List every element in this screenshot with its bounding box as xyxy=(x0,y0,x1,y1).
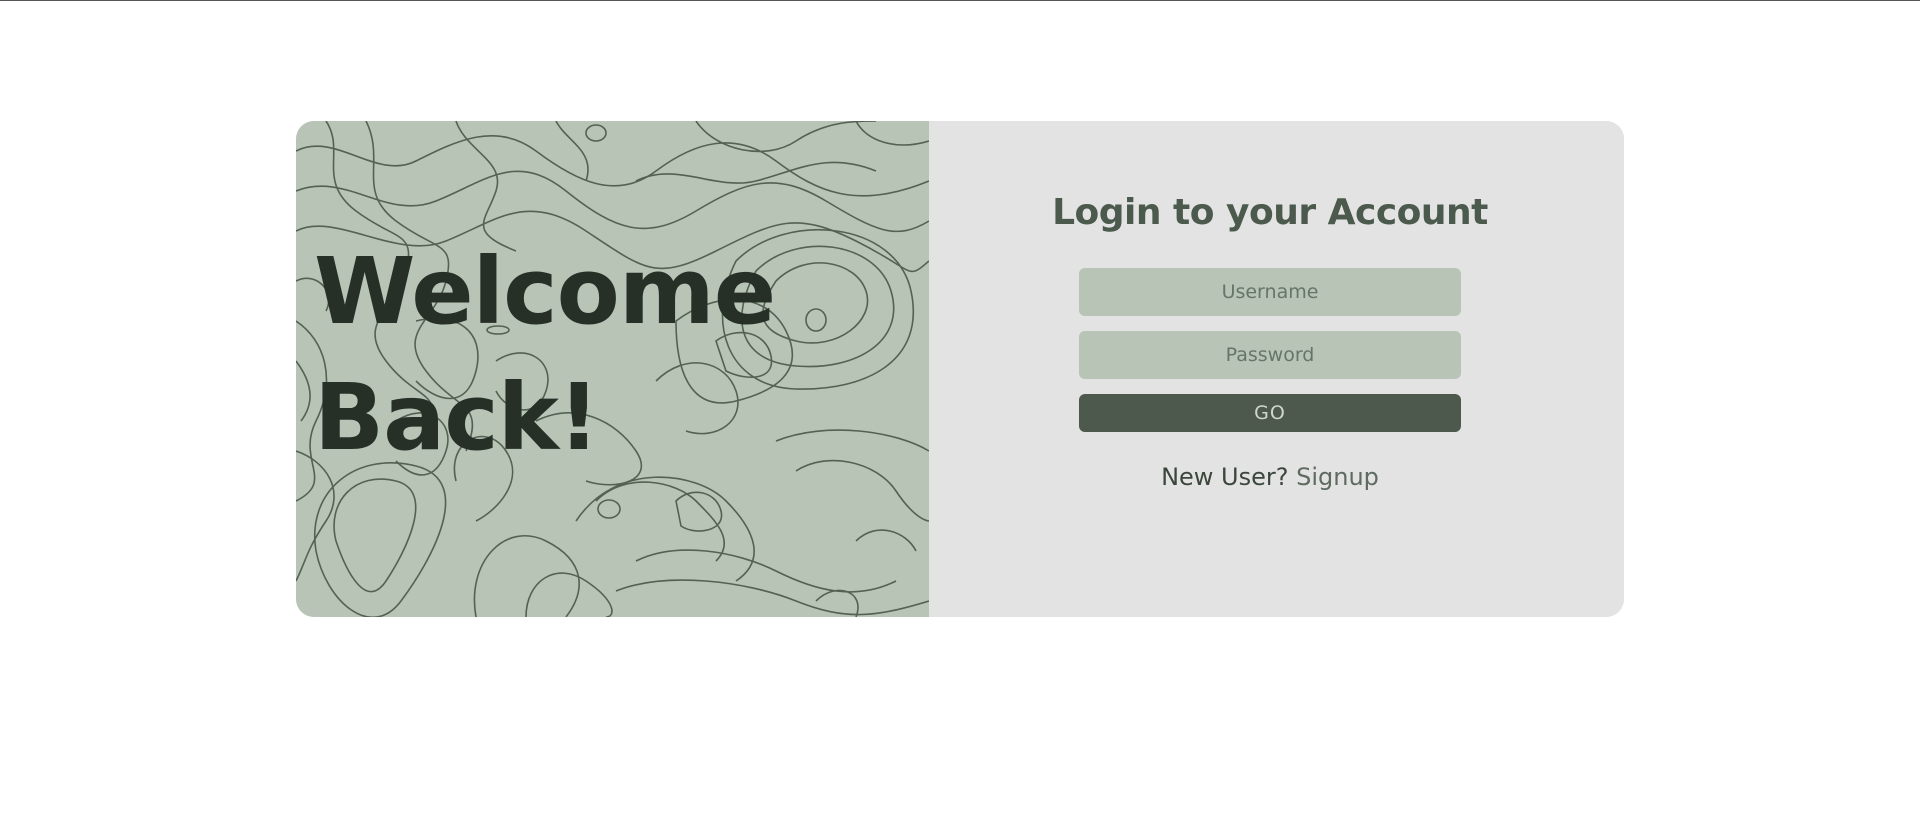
welcome-line-2: Back! xyxy=(314,364,600,471)
go-button[interactable]: GO xyxy=(1079,394,1461,432)
top-border xyxy=(0,0,1920,1)
username-input[interactable] xyxy=(1079,268,1461,316)
signup-prompt: New User? Signup xyxy=(1161,463,1379,491)
welcome-heading: Welcome Back! xyxy=(314,229,776,481)
login-form: Login to your Account GO New User? Signu… xyxy=(1052,187,1488,491)
signup-link[interactable]: Signup xyxy=(1296,463,1379,491)
login-panel: Login to your Account GO New User? Signu… xyxy=(929,121,1624,617)
login-card: Welcome Back! Login to your Account GO N… xyxy=(296,121,1624,617)
welcome-panel: Welcome Back! xyxy=(296,121,929,617)
welcome-line-1: Welcome xyxy=(314,238,776,345)
login-title: Login to your Account xyxy=(1052,192,1488,233)
password-input[interactable] xyxy=(1079,331,1461,379)
new-user-text: New User? xyxy=(1161,463,1289,491)
